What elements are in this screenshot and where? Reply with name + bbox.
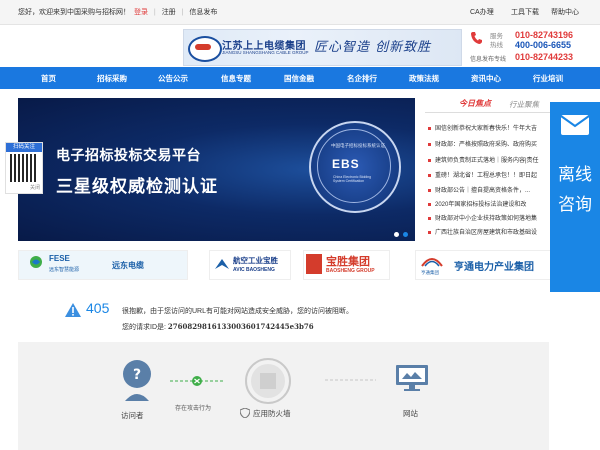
sponsor-banner[interactable]: 江苏上上电缆集团 JIANGSU SHANGSHANG CABLE GROUP … bbox=[183, 29, 462, 66]
request-id-label: 您的请求ID是: bbox=[122, 324, 166, 331]
login-link[interactable]: 登录 bbox=[134, 9, 148, 16]
top-bar: 您好，欢迎来到中国采购与招标网！ 登录 | 注册 | 信息发布 CA办理 工具下… bbox=[0, 0, 600, 25]
phone-number-2: 400-006-6655 bbox=[515, 40, 572, 50]
logo-hengtong[interactable]: 亨通集团 亨通电力产业集团 bbox=[415, 250, 552, 280]
badge-title: EBS bbox=[332, 157, 360, 171]
baosheng-mark-icon bbox=[306, 254, 322, 274]
register-link[interactable]: 注册 bbox=[162, 9, 176, 16]
error-block: 405 很抱歉，由于您访问的URL有可能对网站造成安全威胁，您的访问被阻断。 您… bbox=[64, 300, 444, 340]
block-diagram: ? 访问者 存在攻击行为 应用防火墙 网站 bbox=[18, 342, 549, 450]
svg-text:?: ? bbox=[133, 367, 141, 383]
logo-avic[interactable]: 航空工业宝胜 AVIC BAOSHENG bbox=[209, 250, 291, 280]
qr-code-icon bbox=[10, 154, 38, 182]
nav-item-policy[interactable]: 政策法规 bbox=[409, 73, 439, 84]
phone-number-1: 010-82743196 bbox=[515, 30, 574, 40]
nav-item-procurement[interactable]: 招标采购 bbox=[97, 73, 127, 84]
nav-item-finance[interactable]: 国信金融 bbox=[284, 73, 314, 84]
error-code: 405 bbox=[86, 300, 110, 316]
firewall-icon bbox=[245, 358, 291, 404]
main-nav: 首页 招标采购 公告公示 信息专题 国信金融 名企排行 政策法规 资讯中心 行业… bbox=[0, 67, 600, 89]
shield-icon bbox=[240, 408, 250, 418]
qr-close-button[interactable]: 关闭 bbox=[30, 184, 40, 191]
mail-icon bbox=[560, 115, 590, 135]
hengtong-swirl-icon bbox=[421, 258, 443, 267]
badge-subtitle: China Electronic Bidding System Certific… bbox=[333, 175, 372, 183]
publish-hotline-label: 信息发布专线 bbox=[470, 57, 507, 63]
banner-company-english: JIANGSU SHANGSHANG CABLE GROUP bbox=[222, 50, 309, 55]
sponsor-logos: FESE 远东智慧能源 远东电缆 航空工业宝胜 AVIC BAOSHENG 宝胜… bbox=[18, 247, 600, 280]
consult-text: 离线咨询 bbox=[558, 165, 592, 214]
site-label: 网站 bbox=[403, 409, 418, 418]
phone-icon bbox=[471, 32, 482, 44]
request-id-line: 您的请求ID是: 2760829816133003601742445e3b76 bbox=[122, 322, 314, 332]
nav-item-training[interactable]: 行业培训 bbox=[533, 73, 563, 84]
avic-wing-icon bbox=[215, 259, 229, 269]
attack-label: 存在攻击行为 bbox=[175, 406, 212, 412]
offline-consult-panel[interactable]: 离线咨询 bbox=[550, 102, 600, 292]
tab-today-focus[interactable]: 今日焦点 bbox=[459, 98, 491, 109]
nav-item-topics[interactable]: 信息专题 bbox=[221, 73, 251, 84]
phone-number-3: 010-82744233 bbox=[515, 52, 574, 62]
carousel-dot-active[interactable] bbox=[403, 232, 408, 237]
website-monitor-icon bbox=[396, 365, 428, 391]
publish-link[interactable]: 信息发布 bbox=[189, 9, 217, 16]
divider: | bbox=[181, 9, 184, 16]
divider: | bbox=[153, 9, 156, 16]
greeting-text: 您好，欢迎来到中国采购与招标网！ bbox=[18, 9, 130, 16]
request-id-value: 2760829816133003601742445e3b76 bbox=[167, 322, 314, 331]
error-message: 很抱歉，由于您访问的URL有可能对网站造成安全威胁，您的访问被阻断。 bbox=[122, 308, 354, 315]
help-link[interactable]: 帮助中心 bbox=[551, 7, 579, 17]
nav-item-news[interactable]: 资讯中心 bbox=[471, 73, 501, 84]
ebs-badge: 中国电子招标投标系统认证 EBS China Electronic Biddin… bbox=[309, 121, 401, 213]
nav-item-announcements[interactable]: 公告公示 bbox=[158, 73, 188, 84]
hero-line-1: 电子招标投标交易平台 bbox=[56, 147, 201, 163]
nav-item-rankings[interactable]: 名企排行 bbox=[347, 73, 377, 84]
visitor-label: 访问者 bbox=[121, 411, 144, 420]
carousel-dot[interactable] bbox=[394, 232, 399, 237]
firewall-label: 应用防火墙 bbox=[253, 409, 291, 418]
warning-icon bbox=[65, 303, 81, 317]
fese-leaf-icon bbox=[30, 256, 42, 268]
contact-block: 服务 热线 010-82743196 400-006-6655 信息发布专线 0… bbox=[470, 29, 590, 65]
company-logo-icon bbox=[188, 36, 222, 62]
hero-carousel[interactable]: 电子招标投标交易平台 三星级权威检测认证 中国电子招标投标系统认证 EBS Ch… bbox=[18, 98, 415, 241]
logo-baosheng[interactable]: 宝胜集团 BAOSHENG GROUP bbox=[303, 250, 390, 280]
arrow-line-icon bbox=[325, 379, 376, 381]
qr-float: 扫码关注 关闭 bbox=[5, 142, 43, 194]
greeting: 您好，欢迎来到中国采购与招标网！ 登录 | 注册 | 信息发布 bbox=[18, 7, 217, 17]
flow-arrow-icon bbox=[170, 376, 224, 386]
visitor-icon: ? bbox=[123, 360, 151, 401]
ca-link[interactable]: CA办理 bbox=[470, 7, 494, 17]
badge-ring-text: 中国电子招标投标系统认证 bbox=[331, 143, 385, 148]
service-hotline-label: 服务 热线 bbox=[490, 33, 503, 49]
qr-title: 扫码关注 bbox=[6, 143, 42, 152]
banner-slogan: 匠心智造 创新致胜 bbox=[314, 40, 432, 55]
tab-industry-focus[interactable]: 行业聚焦 bbox=[509, 99, 539, 110]
logo-fese[interactable]: FESE 远东智慧能源 远东电缆 bbox=[18, 250, 188, 280]
tools-link[interactable]: 工具下载 bbox=[511, 7, 539, 17]
hero-line-2: 三星级权威检测认证 bbox=[56, 177, 218, 196]
nav-item-home[interactable]: 首页 bbox=[41, 73, 56, 84]
